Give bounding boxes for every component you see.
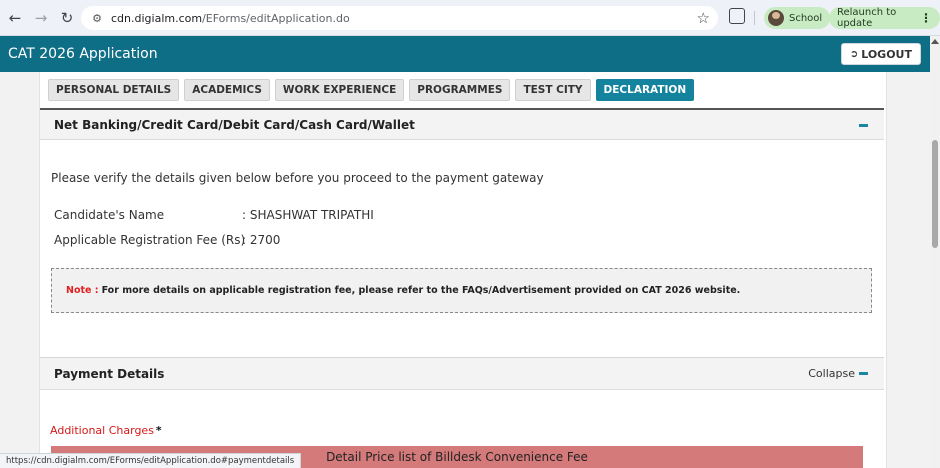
page-title: CAT 2026 Application bbox=[8, 46, 158, 62]
browser-toolbar: ← → ↻ ⚙ cdn.digialm.com/EForms/editAppli… bbox=[0, 0, 940, 36]
section-title-payment-details: Payment Details bbox=[54, 366, 165, 381]
candidate-name-value: : SHASHWAT TRIPATHI bbox=[242, 208, 374, 222]
forward-icon[interactable]: → bbox=[30, 7, 52, 29]
extensions-icon[interactable] bbox=[729, 8, 745, 24]
fee-note: Note : For more details on applicable re… bbox=[51, 268, 872, 313]
additional-charges-label: Additional Charges * bbox=[50, 424, 162, 437]
page-scrollbar[interactable] bbox=[930, 36, 940, 468]
note-label: Note : bbox=[66, 285, 99, 296]
profile-button[interactable]: School bbox=[764, 7, 831, 29]
tab-academics[interactable]: ACADEMICS bbox=[184, 79, 270, 101]
candidate-name-label: Candidate's Name bbox=[54, 208, 165, 222]
logout-icon: ➲ bbox=[849, 48, 859, 60]
payment-details-section-header[interactable]: Payment Details Collapse bbox=[40, 357, 884, 390]
collapse-toggle[interactable]: Collapse bbox=[808, 367, 868, 380]
app-header: CAT 2026 Application ➲ LOGOUT bbox=[0, 36, 930, 72]
profile-label: School bbox=[789, 12, 823, 24]
price-list-title: Detail Price list of Billdesk Convenienc… bbox=[326, 450, 588, 464]
registration-fee-label: Applicable Registration Fee (Rs) bbox=[54, 233, 246, 247]
address-bar[interactable]: ⚙ cdn.digialm.com/EForms/editApplication… bbox=[81, 6, 718, 30]
note-text: For more details on applicable registrat… bbox=[101, 285, 741, 296]
section-title: Net Banking/Credit Card/Debit Card/Cash … bbox=[54, 117, 415, 132]
logout-label: LOGOUT bbox=[861, 47, 912, 61]
tune-icon[interactable]: ⚙ bbox=[87, 12, 107, 25]
minus-icon[interactable] bbox=[859, 124, 868, 127]
scroll-up-icon[interactable] bbox=[931, 39, 939, 44]
registration-fee-value: : 2700 bbox=[242, 233, 281, 247]
form-tabs: PERSONAL DETAILS ACADEMICS WORK EXPERIEN… bbox=[48, 79, 695, 101]
url-path: /EForms/editApplication.do bbox=[202, 11, 350, 25]
reload-icon[interactable]: ↻ bbox=[56, 7, 78, 29]
tab-personal-details[interactable]: PERSONAL DETAILS bbox=[48, 79, 180, 101]
additional-charges-text: Additional Charges bbox=[50, 424, 154, 437]
back-icon[interactable]: ← bbox=[4, 7, 26, 29]
tab-programmes[interactable]: PROGRAMMES bbox=[409, 79, 511, 101]
tab-work-experience[interactable]: WORK EXPERIENCE bbox=[274, 79, 405, 101]
more-vert-icon[interactable]: ⋮ bbox=[920, 11, 932, 25]
minus-icon bbox=[859, 372, 868, 375]
logout-button[interactable]: ➲ LOGOUT bbox=[840, 43, 921, 65]
tab-declaration[interactable]: DECLARATION bbox=[595, 79, 695, 101]
relaunch-label: Relaunch to update bbox=[837, 7, 897, 29]
url-host: cdn.digialm.com bbox=[111, 11, 203, 25]
collapse-label: Collapse bbox=[808, 367, 855, 380]
relaunch-button[interactable]: Relaunch to update ⋮ bbox=[829, 7, 940, 29]
status-bar-url: https://cdn.digialm.com/EForms/editAppli… bbox=[0, 453, 302, 468]
required-mark: * bbox=[155, 424, 162, 437]
avatar-icon bbox=[768, 10, 784, 26]
tab-test-city[interactable]: TEST CITY bbox=[515, 79, 591, 101]
star-icon[interactable]: ☆ bbox=[697, 9, 710, 27]
payment-method-section-header[interactable]: Net Banking/Credit Card/Debit Card/Cash … bbox=[40, 108, 884, 140]
toolbar-divider bbox=[754, 11, 755, 25]
verify-text: Please verify the details given below be… bbox=[51, 171, 544, 185]
url-text[interactable]: cdn.digialm.com/EForms/editApplication.d… bbox=[111, 12, 350, 25]
scroll-thumb[interactable] bbox=[932, 140, 938, 248]
